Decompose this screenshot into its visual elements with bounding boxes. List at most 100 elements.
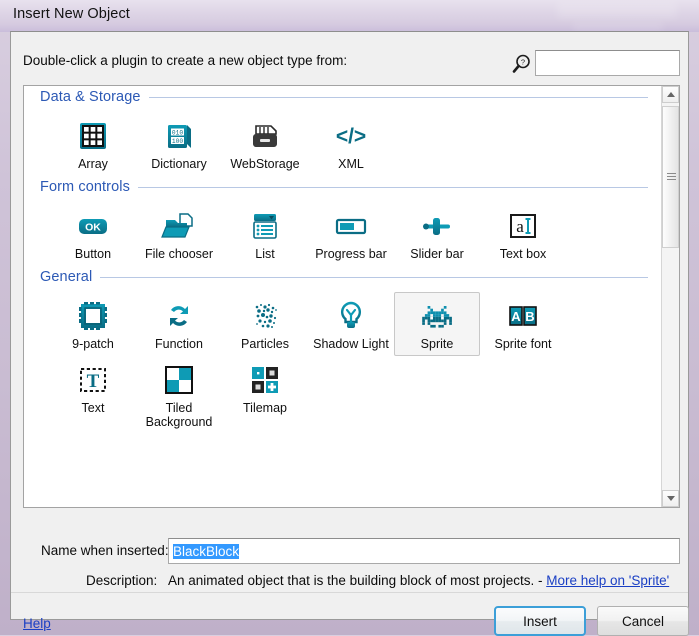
- insert-button[interactable]: Insert: [494, 606, 586, 636]
- group-header: Form controls: [40, 176, 648, 198]
- plugin-item-label: Shadow Light: [313, 337, 389, 351]
- plugin-item-9-patch[interactable]: 9-patch: [50, 292, 136, 356]
- help-link[interactable]: Help: [23, 616, 51, 631]
- plugin-item-xml[interactable]: </>XML: [308, 112, 394, 176]
- plugin-item-label: Function: [155, 337, 203, 351]
- group-rule: [149, 97, 648, 98]
- group-rule: [138, 187, 648, 188]
- chevron-down-icon: [667, 496, 675, 501]
- scroll-up-button[interactable]: [662, 86, 679, 103]
- plugin-item-tilemap[interactable]: Tilemap: [222, 356, 308, 434]
- plugin-item-label: Array: [78, 157, 108, 171]
- plugin-items: 9-patch Function Particles Shadow Light Spri…: [24, 288, 650, 434]
- group-header: Data & Storage: [40, 86, 648, 108]
- description-body: An animated object that is the building …: [168, 573, 546, 588]
- plugin-group: General 9-patch Function Particles Shadow Li…: [24, 266, 662, 434]
- background-app-artifact: [557, 2, 677, 18]
- plugin-item-label: Text: [82, 401, 105, 415]
- plugin-items: OK Button File chooser List Progress bar Slid…: [24, 198, 650, 266]
- group-title: Data & Storage: [40, 89, 141, 105]
- group-rule: [100, 277, 648, 278]
- plugin-item-tiled-background[interactable]: Tiled Background: [136, 356, 222, 434]
- plugin-items: Array010100DictionaryWebStorage</>XML: [24, 108, 650, 176]
- plugin-item-function[interactable]: Function: [136, 292, 222, 356]
- search-help-icon: ?: [511, 53, 533, 75]
- svg-text:B: B: [525, 309, 534, 324]
- array-grid-icon: [75, 118, 111, 157]
- plugin-item-label: Slider bar: [410, 247, 464, 261]
- plugin-item-array[interactable]: Array: [50, 112, 136, 176]
- name-when-inserted-input[interactable]: [168, 538, 680, 564]
- plugin-item-label: Dictionary: [151, 157, 207, 171]
- svg-text:T: T: [87, 371, 100, 392]
- plugin-item-progress-bar[interactable]: Progress bar: [308, 202, 394, 266]
- scrollbar-thumb[interactable]: [662, 106, 679, 248]
- plugin-item-sprite[interactable]: Sprite: [394, 292, 480, 356]
- sprite-invader-icon: [419, 298, 455, 337]
- svg-text:?: ?: [521, 58, 525, 67]
- cancel-button[interactable]: Cancel: [597, 606, 689, 636]
- plugin-item-label: Progress bar: [315, 247, 387, 261]
- plugin-item-list[interactable]: List: [222, 202, 308, 266]
- plugin-groups: Data & StorageArray010100DictionaryWebSt…: [24, 86, 662, 507]
- group-title: Form controls: [40, 179, 130, 195]
- tilemap-icon: [247, 362, 283, 401]
- plugin-item-sprite-font[interactable]: ABSprite font: [480, 292, 566, 356]
- folder-open-icon: [161, 208, 197, 247]
- text-box-icon: a: [505, 208, 541, 247]
- svg-text:a: a: [516, 217, 524, 236]
- plugin-item-label: Tiled Background: [146, 401, 213, 429]
- plugin-group: Form controls OK Button File chooser List Pro…: [24, 176, 662, 266]
- name-when-inserted-label: Name when inserted:: [41, 543, 169, 558]
- plugin-item-label: Text box: [500, 247, 547, 261]
- plugin-list-scrollbar[interactable]: [661, 86, 679, 507]
- prompt-label: Double-click a plugin to create a new ob…: [23, 53, 347, 68]
- svg-text:A: A: [511, 309, 521, 324]
- title-bar: Insert New Object: [0, 0, 699, 32]
- group-title: General: [40, 269, 92, 285]
- ok-button-icon: OK: [75, 208, 111, 247]
- plugin-item-slider-bar[interactable]: Slider bar: [394, 202, 480, 266]
- plugin-item-label: XML: [338, 157, 364, 171]
- function-arrows-icon: [161, 298, 197, 337]
- plugin-group: Data & StorageArray010100DictionaryWebSt…: [24, 86, 662, 176]
- svg-text:100: 100: [172, 138, 183, 145]
- svg-text:010: 010: [172, 129, 183, 136]
- plugin-item-dictionary[interactable]: 010100Dictionary: [136, 112, 222, 176]
- sprite-font-ab-icon: AB: [505, 298, 541, 337]
- plugin-item-button[interactable]: OK Button: [50, 202, 136, 266]
- chevron-up-icon: [667, 92, 675, 97]
- progress-bar-icon: [333, 208, 369, 247]
- plugin-item-shadow-light[interactable]: Shadow Light: [308, 292, 394, 356]
- dictionary-book-icon: 010100: [161, 118, 197, 157]
- plugin-item-label: List: [255, 247, 274, 261]
- plugin-item-label: Button: [75, 247, 111, 261]
- lightbulb-icon: [333, 298, 369, 337]
- plugin-item-label: WebStorage: [230, 157, 299, 171]
- plugin-item-label: File chooser: [145, 247, 213, 261]
- more-help-link[interactable]: More help on 'Sprite': [546, 573, 669, 588]
- plugin-item-label: Tilemap: [243, 401, 287, 415]
- plugin-item-webstorage[interactable]: WebStorage: [222, 112, 308, 176]
- footer-divider: [11, 592, 688, 593]
- xml-code-icon: </>: [333, 118, 369, 157]
- scroll-down-button[interactable]: [662, 490, 679, 507]
- group-header: General: [40, 266, 648, 288]
- plugin-item-text[interactable]: T Text: [50, 356, 136, 434]
- svg-text:OK: OK: [85, 221, 101, 233]
- insert-new-object-dialog: Insert New Object Double-click a plugin …: [0, 0, 699, 635]
- description-text: An animated object that is the building …: [168, 573, 669, 588]
- plugin-item-label: Sprite: [421, 337, 454, 351]
- particles-icon: [247, 298, 283, 337]
- plugin-item-label: Particles: [241, 337, 289, 351]
- description-label: Description:: [86, 573, 157, 588]
- plugin-item-text-box[interactable]: a Text box: [480, 202, 566, 266]
- webstorage-drive-icon: [247, 118, 283, 157]
- plugin-item-label: 9-patch: [72, 337, 114, 351]
- scrollbar-grip-icon: [667, 173, 676, 180]
- plugin-item-particles[interactable]: Particles: [222, 292, 308, 356]
- tiled-background-icon: [161, 362, 197, 401]
- text-t-icon: T: [75, 362, 111, 401]
- search-input[interactable]: [535, 50, 680, 76]
- plugin-item-file-chooser[interactable]: File chooser: [136, 202, 222, 266]
